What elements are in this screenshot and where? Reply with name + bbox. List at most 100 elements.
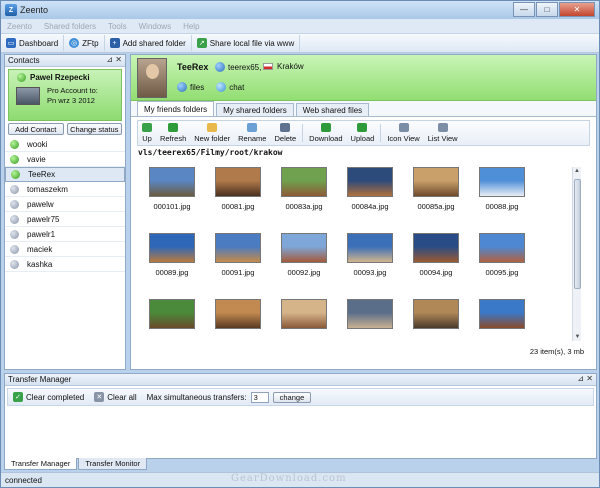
contact-item[interactable]: kashka xyxy=(5,257,125,272)
contact-item[interactable]: wooki xyxy=(5,137,125,152)
tab-transfer-monitor[interactable]: Transfer Monitor xyxy=(78,458,148,470)
rename-label: Rename xyxy=(238,134,267,143)
scroll-up-icon[interactable]: ▲ xyxy=(573,167,581,175)
file-thumbnail[interactable]: 00094.jpg xyxy=(403,233,469,277)
file-thumbnail[interactable]: 00092.jpg xyxy=(271,233,337,277)
file-thumbnail[interactable]: 00095.jpg xyxy=(469,233,535,277)
file-thumbnail[interactable]: 00088.jpg xyxy=(469,167,535,211)
change-button[interactable]: change xyxy=(272,391,312,403)
refresh-button[interactable]: Refresh xyxy=(156,121,190,145)
file-thumbnail[interactable] xyxy=(271,299,337,340)
toolbar-separator xyxy=(302,124,304,142)
icon-view-icon xyxy=(398,123,409,132)
files-label: files xyxy=(190,82,205,92)
tab-my-shared-folders[interactable]: My shared folders xyxy=(216,103,294,116)
dashboard-button[interactable]: ▭ Dashboard xyxy=(1,35,65,51)
file-thumbnail[interactable]: 00091.jpg xyxy=(205,233,271,277)
download-button[interactable]: Download xyxy=(305,121,346,145)
menu-windows[interactable]: Windows xyxy=(133,22,177,31)
refresh-icon xyxy=(168,123,179,132)
peer-city: Kraków xyxy=(263,62,304,71)
add-contact-button[interactable]: Add Contact xyxy=(8,123,64,135)
file-name xyxy=(403,334,469,340)
close-button[interactable]: ✕ xyxy=(559,2,595,17)
change-status-button[interactable]: Change status xyxy=(66,123,122,135)
maximize-button[interactable]: □ xyxy=(536,2,558,17)
files-link[interactable]: files xyxy=(177,82,204,92)
contact-name: vavie xyxy=(27,154,46,164)
transfer-manager-header: Transfer Manager ⊿ ✕ xyxy=(5,374,596,386)
max-transfers-input[interactable]: 3 xyxy=(250,391,269,403)
file-thumbnail[interactable] xyxy=(469,299,535,340)
clear-all-button[interactable]: ✕ Clear all xyxy=(89,392,141,402)
scroll-down-icon[interactable]: ▼ xyxy=(573,333,582,341)
contact-name: maciek xyxy=(27,244,53,254)
minimize-button[interactable]: — xyxy=(513,2,535,17)
upload-button[interactable]: Upload xyxy=(347,121,379,145)
clear-completed-button[interactable]: ✓ Clear completed xyxy=(8,392,89,402)
photo-thumbnail-image xyxy=(347,167,393,197)
file-thumbnail[interactable] xyxy=(337,299,403,340)
title-bar[interactable]: Z Zeento — □ ✕ xyxy=(1,1,599,19)
share-local-file-button[interactable]: ↗ Share local file via www xyxy=(192,35,301,51)
chat-link[interactable]: chat xyxy=(216,82,244,92)
contact-item[interactable]: pawelr1 xyxy=(5,227,125,242)
file-thumbnail[interactable] xyxy=(205,299,271,340)
scrollbar-thumb[interactable] xyxy=(574,179,581,289)
my-name-text: Pawel Rzepecki xyxy=(30,73,90,82)
file-thumbnail[interactable] xyxy=(403,299,469,340)
tab-transfer-manager[interactable]: Transfer Manager xyxy=(4,458,78,470)
contact-item[interactable]: TeeRex xyxy=(5,167,125,182)
file-thumbnail[interactable]: 00084a.jpg xyxy=(337,167,403,211)
contact-item[interactable]: pawelw xyxy=(5,197,125,212)
menu-shared-folders[interactable]: Shared folders xyxy=(38,22,102,31)
icon-view-label: Icon View xyxy=(387,134,420,143)
list-view-button[interactable]: List View xyxy=(424,121,462,145)
delete-button[interactable]: Delete xyxy=(270,121,300,145)
add-shared-folder-button[interactable]: + Add shared folder xyxy=(105,35,192,51)
up-icon xyxy=(142,123,152,132)
photo-thumbnail-image xyxy=(413,299,459,329)
file-thumbnail[interactable]: 00089.jpg xyxy=(139,233,205,277)
icon-view-button[interactable]: Icon View xyxy=(383,121,423,145)
peer-avatar xyxy=(137,58,167,98)
tab-my-friends-folders[interactable]: My friends folders xyxy=(137,101,215,116)
menu-zeento[interactable]: Zeento xyxy=(1,22,38,31)
zftp-label: ZFtp xyxy=(82,38,99,48)
file-thumbnail[interactable]: 00093.jpg xyxy=(337,233,403,277)
photo-thumbnail-image xyxy=(215,233,261,263)
contact-list: wooki vavie TeeRex tomaszekm pawelw pawelr75 p… xyxy=(5,137,125,272)
menu-tools[interactable]: Tools xyxy=(102,22,133,31)
photo-thumbnail-image xyxy=(479,299,525,329)
new-folder-button[interactable]: New folder xyxy=(190,121,234,145)
contact-actions: Add Contact Change status xyxy=(8,123,122,135)
offline-contact-icon xyxy=(10,229,19,239)
photo-thumbnail-image xyxy=(479,233,525,263)
file-name: 00094.jpg xyxy=(419,268,453,277)
file-thumbnail[interactable]: 00081.jpg xyxy=(205,167,271,211)
clear-completed-icon: ✓ xyxy=(13,392,23,402)
contacts-panel: Contacts ⊿ ✕ Pawel Rzepecki Pro Account … xyxy=(4,54,126,370)
rename-button[interactable]: Rename xyxy=(234,121,270,145)
file-thumbnail[interactable] xyxy=(139,299,205,340)
contact-item[interactable]: tomaszekm xyxy=(5,182,125,197)
contact-item[interactable]: pawelr75 xyxy=(5,212,125,227)
add-shared-folder-label: Add shared folder xyxy=(122,38,186,48)
contact-item[interactable]: maciek xyxy=(5,242,125,257)
chat-label: chat xyxy=(229,82,245,92)
file-thumbnail[interactable]: 000101.jpg xyxy=(139,167,205,211)
file-thumbnail[interactable]: 00085a.jpg xyxy=(403,167,469,211)
file-grid: 000101.jpg 00081.jpg 00083a.jpg 00084a.jpg 0… xyxy=(139,167,569,340)
file-grid-scrollbar[interactable]: ▲ ▼ xyxy=(572,167,581,341)
transfer-pin-close-icon[interactable]: ⊿ ✕ xyxy=(577,374,593,383)
files-icon xyxy=(177,82,187,92)
up-button[interactable]: Up xyxy=(138,121,156,145)
menu-help[interactable]: Help xyxy=(177,22,205,31)
tab-web-shared-files[interactable]: Web shared files xyxy=(295,103,370,116)
contacts-pin-close-icon[interactable]: ⊿ ✕ xyxy=(106,55,122,64)
contact-item[interactable]: vavie xyxy=(5,152,125,167)
file-name xyxy=(271,334,337,340)
zftp-button[interactable]: ◎ ZFtp xyxy=(64,35,105,51)
file-thumbnail[interactable]: 00083a.jpg xyxy=(271,167,337,211)
photo-thumbnail-image xyxy=(149,167,195,197)
